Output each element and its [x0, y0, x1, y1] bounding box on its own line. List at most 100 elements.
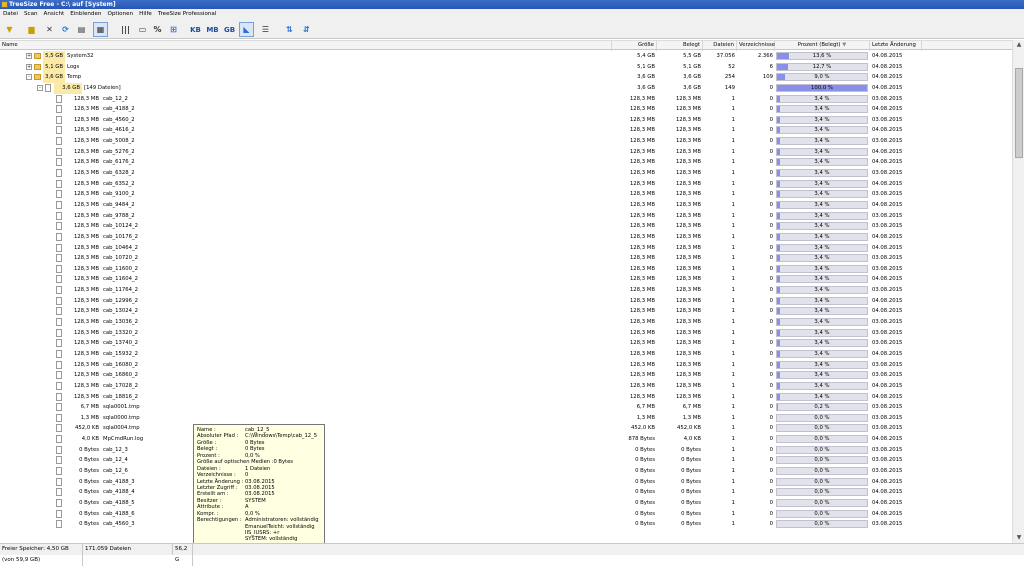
- table-row[interactable]: 128,3 MBcab_16860_2128,3 MB128,3 MB103,4…: [0, 370, 1012, 381]
- menu-einblenden[interactable]: Einblenden: [67, 9, 104, 20]
- table-row[interactable]: 128,3 MBcab_6328_2128,3 MB128,3 MB103,4 …: [0, 168, 1012, 179]
- col-dateien[interactable]: Dateien: [703, 41, 737, 51]
- table-row[interactable]: 128,3 MBcab_4616_2128,3 MB128,3 MB103,4 …: [0, 125, 1012, 136]
- columns-icon[interactable]: |||: [118, 22, 133, 37]
- belegt-cell: 128,3 MB: [657, 349, 701, 360]
- name-size-label: 128,3 MB: [65, 338, 101, 349]
- table-row[interactable]: 6,7 MBsqla0001.tmp6,7 MB6,7 MB100,2 %03.…: [0, 402, 1012, 413]
- col-groesse[interactable]: Größe: [612, 41, 657, 51]
- table-row[interactable]: 128,3 MBcab_6352_2128,3 MB128,3 MB103,4 …: [0, 179, 1012, 190]
- expand-toggle-icon[interactable]: +: [26, 53, 32, 59]
- col-letzte-aenderung[interactable]: Letzte Änderung: [870, 41, 922, 51]
- percent-bar: 3,4 %: [776, 190, 868, 198]
- expand-toggle-icon[interactable]: -: [26, 74, 32, 80]
- belegt-cell: 128,3 MB: [657, 328, 701, 339]
- scroll-up-icon[interactable]: ▲: [1013, 40, 1024, 50]
- menu-ansicht[interactable]: Ansicht: [41, 9, 68, 20]
- table-row[interactable]: 128,3 MBcab_4560_2128,3 MB128,3 MB103,4 …: [0, 115, 1012, 126]
- details-view-icon[interactable]: ▦: [93, 22, 108, 37]
- col-name[interactable]: Name: [0, 41, 612, 51]
- table-row[interactable]: 128,3 MBcab_13024_2128,3 MB128,3 MB103,4…: [0, 306, 1012, 317]
- scroll-thumb[interactable]: [1015, 68, 1023, 158]
- table-row[interactable]: 0 Bytescab_12_60 Bytes0 Bytes100,0 %03.0…: [0, 466, 1012, 477]
- table-row[interactable]: -3,6 GB[149 Dateien]3,6 GB3,6 GB1490100,…: [0, 83, 1012, 94]
- refresh-icon[interactable]: ⟳: [58, 22, 73, 37]
- table-row[interactable]: 128,3 MBcab_10176_2128,3 MB128,3 MB103,4…: [0, 232, 1012, 243]
- table-row[interactable]: 128,3 MBcab_9100_2128,3 MB128,3 MB103,4 …: [0, 189, 1012, 200]
- table-row[interactable]: 128,3 MBcab_11764_2128,3 MB128,3 MB103,4…: [0, 285, 1012, 296]
- sort-az-icon[interactable]: ⇅: [282, 22, 297, 37]
- table-row[interactable]: 4,0 KBMpCmdRun.log878 Bytes4,0 KB100,0 %…: [0, 434, 1012, 445]
- table-row[interactable]: 0 Bytescab_4188_60 Bytes0 Bytes100,0 %04…: [0, 509, 1012, 520]
- expand-toggle-icon[interactable]: +: [26, 64, 32, 70]
- expand-toggle-icon[interactable]: -: [37, 85, 43, 91]
- groesse-cell: 3,6 GB: [612, 72, 655, 83]
- file-icon: [56, 169, 62, 177]
- sort-size-icon[interactable]: ⇵: [299, 22, 314, 37]
- menu-scan[interactable]: Scan: [21, 9, 41, 20]
- menu-treesize-professional[interactable]: TreeSize Professional: [155, 9, 220, 20]
- table-row[interactable]: 128,3 MBcab_16080_2128,3 MB128,3 MB103,4…: [0, 360, 1012, 371]
- table-row[interactable]: 452,0 KBsqla0004.tmp452,0 KB452,0 KB100,…: [0, 423, 1012, 434]
- groesse-cell: 0 Bytes: [612, 509, 655, 520]
- table-row[interactable]: 128,3 MBcab_11604_2128,3 MB128,3 MB103,4…: [0, 274, 1012, 285]
- menu-hilfe[interactable]: Hilfe: [136, 9, 155, 20]
- table-row[interactable]: 128,3 MBcab_10124_2128,3 MB128,3 MB103,4…: [0, 221, 1012, 232]
- vertical-scrollbar[interactable]: ▲ ▼: [1012, 40, 1024, 543]
- drive-icon[interactable]: ▭: [135, 22, 150, 37]
- mb-button[interactable]: MB: [204, 22, 221, 37]
- scroll-down-icon[interactable]: ▼: [1013, 533, 1024, 543]
- table-row[interactable]: 0 Bytescab_4188_50 Bytes0 Bytes100,0 %04…: [0, 498, 1012, 509]
- name-size-label: 4,0 KB: [65, 434, 101, 445]
- table-row[interactable]: 0 Bytescab_4560_30 Bytes0 Bytes100,0 %03…: [0, 519, 1012, 530]
- select-directory-icon[interactable]: ▼: [2, 22, 17, 37]
- table-row[interactable]: 1,3 MBsqla0000.tmp1,3 MB1,3 MB100,0 %03.…: [0, 413, 1012, 424]
- table-row[interactable]: 128,3 MBcab_5008_2128,3 MB128,3 MB103,4 …: [0, 136, 1012, 147]
- table-row[interactable]: 0 Bytescab_12_40 Bytes0 Bytes100,0 %03.0…: [0, 455, 1012, 466]
- percent-label: 0,0 %: [777, 468, 867, 475]
- table-row[interactable]: 128,3 MBcab_18816_2128,3 MB128,3 MB103,4…: [0, 392, 1012, 403]
- name-label: cab_18816_2: [103, 392, 138, 403]
- table-row[interactable]: +5,1 GBLogs5,1 GB5,1 GB52612,7 %04.08.20…: [0, 62, 1012, 73]
- table-row[interactable]: 128,3 MBcab_12_2128,3 MB128,3 MB103,4 %0…: [0, 94, 1012, 105]
- table-row[interactable]: 128,3 MBcab_5276_2128,3 MB128,3 MB103,4 …: [0, 147, 1012, 158]
- chart-icon[interactable]: ◣: [239, 22, 254, 37]
- table-row[interactable]: 128,3 MBcab_13740_2128,3 MB128,3 MB103,4…: [0, 338, 1012, 349]
- grid-icon[interactable]: ⊞: [166, 22, 181, 37]
- col-verzeichnisse[interactable]: Verzeichnisse: [737, 41, 775, 51]
- table-row[interactable]: 128,3 MBcab_10720_2128,3 MB128,3 MB103,4…: [0, 253, 1012, 264]
- table-row[interactable]: 0 Bytescab_12_30 Bytes0 Bytes100,0 %03.0…: [0, 445, 1012, 456]
- table-row[interactable]: 0 Bytescab_4188_30 Bytes0 Bytes100,0 %04…: [0, 477, 1012, 488]
- menu-datei[interactable]: Datei: [0, 9, 21, 20]
- name-label: cab_4188_2: [103, 104, 135, 115]
- percent-bar: 3,4 %: [776, 105, 868, 113]
- table-row[interactable]: 128,3 MBcab_6176_2128,3 MB128,3 MB103,4 …: [0, 157, 1012, 168]
- table-row[interactable]: 128,3 MBcab_17028_2128,3 MB128,3 MB103,4…: [0, 381, 1012, 392]
- list-icon[interactable]: ☰: [258, 22, 273, 37]
- verzeichnisse-cell: 0: [737, 147, 773, 158]
- table-row[interactable]: 128,3 MBcab_9788_2128,3 MB128,3 MB103,4 …: [0, 211, 1012, 222]
- table-row[interactable]: 128,3 MBcab_4188_2128,3 MB128,3 MB103,4 …: [0, 104, 1012, 115]
- stop-icon[interactable]: ✕: [42, 22, 57, 37]
- table-row[interactable]: 128,3 MBcab_13036_2128,3 MB128,3 MB103,4…: [0, 317, 1012, 328]
- table-row[interactable]: 0 Bytescab_4188_40 Bytes0 Bytes100,0 %04…: [0, 487, 1012, 498]
- table-row[interactable]: 128,3 MBcab_9484_2128,3 MB128,3 MB103,4 …: [0, 200, 1012, 211]
- menu-optionen[interactable]: Optionen: [104, 9, 136, 20]
- file-icon: [56, 244, 62, 252]
- percent-button[interactable]: %: [150, 22, 165, 37]
- kb-button[interactable]: KB: [187, 22, 204, 37]
- name-label: sqla0000.tmp: [103, 413, 140, 424]
- verzeichnisse-cell: 0: [737, 211, 773, 222]
- table-row[interactable]: 128,3 MBcab_12996_2128,3 MB128,3 MB103,4…: [0, 296, 1012, 307]
- table-row[interactable]: 128,3 MBcab_13320_2128,3 MB128,3 MB103,4…: [0, 328, 1012, 339]
- table-row[interactable]: +5,5 GBSystem325,4 GB5,5 GB37.0562.36613…: [0, 51, 1012, 62]
- col-belegt[interactable]: Belegt: [657, 41, 703, 51]
- table-row[interactable]: 128,3 MBcab_10464_2128,3 MB128,3 MB103,4…: [0, 243, 1012, 254]
- table-row[interactable]: -3,6 GBTemp3,6 GB3,6 GB2541099,0 %04.08.…: [0, 72, 1012, 83]
- table-row[interactable]: 128,3 MBcab_11600_2128,3 MB128,3 MB103,4…: [0, 264, 1012, 275]
- table-row[interactable]: 128,3 MBcab_15932_2128,3 MB128,3 MB103,4…: [0, 349, 1012, 360]
- col-prozent[interactable]: Prozent (Belegt) ▼: [775, 41, 870, 51]
- print-icon[interactable]: ▤: [74, 22, 89, 37]
- folder-icon[interactable]: ▆: [24, 22, 39, 37]
- gb-button[interactable]: GB: [221, 22, 238, 37]
